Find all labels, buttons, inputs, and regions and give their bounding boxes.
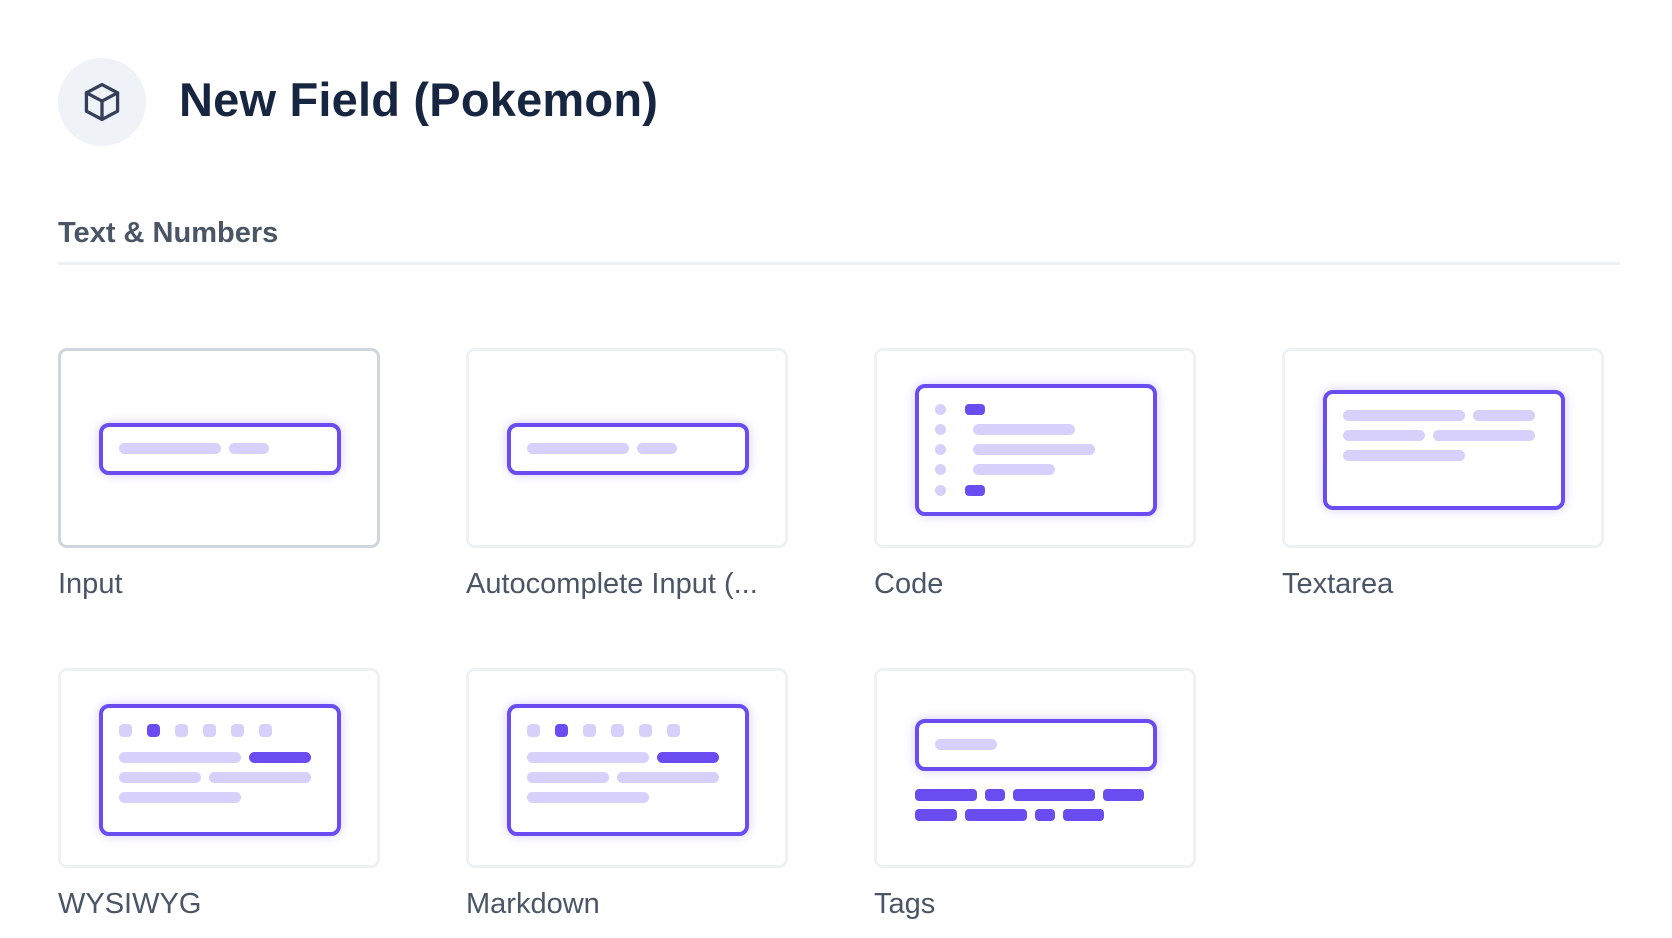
field-type-card[interactable] <box>874 668 1196 868</box>
markdown-preview <box>507 704 749 836</box>
field-type-label: Markdown <box>466 888 600 920</box>
textarea-preview <box>1323 390 1565 510</box>
tags-input-preview <box>915 719 1157 771</box>
field-type-markdown[interactable]: Markdown <box>466 668 788 921</box>
field-type-label: Autocomplete Input (... <box>466 568 758 600</box>
field-type-label: Input <box>58 568 123 600</box>
autocomplete-preview <box>507 423 749 475</box>
new-field-page: New Field (Pokemon) Text & Numbers Input <box>0 0 1672 938</box>
field-type-grid: Input Autocomplete Input (... Code Texta… <box>0 0 1672 938</box>
wysiwyg-preview <box>99 704 341 836</box>
field-type-card[interactable] <box>466 348 788 548</box>
field-type-card[interactable] <box>1282 348 1604 548</box>
input-preview <box>99 423 341 475</box>
field-type-autocomplete-input[interactable]: Autocomplete Input (... <box>466 348 788 601</box>
field-type-tags[interactable]: Tags <box>874 668 1196 921</box>
field-type-label: Tags <box>874 888 936 920</box>
field-type-card[interactable] <box>58 348 380 548</box>
field-type-input[interactable]: Input <box>58 348 380 601</box>
code-preview <box>915 384 1157 516</box>
field-type-card[interactable] <box>466 668 788 868</box>
field-type-label: WYSIWYG <box>58 888 202 920</box>
field-type-card[interactable] <box>874 348 1196 548</box>
field-type-code[interactable]: Code <box>874 348 1196 601</box>
field-type-label: Textarea <box>1282 568 1394 600</box>
field-type-label: Code <box>874 568 944 600</box>
field-type-wysiwyg[interactable]: WYSIWYG <box>58 668 380 921</box>
field-type-textarea[interactable]: Textarea <box>1282 348 1604 601</box>
field-type-card[interactable] <box>58 668 380 868</box>
